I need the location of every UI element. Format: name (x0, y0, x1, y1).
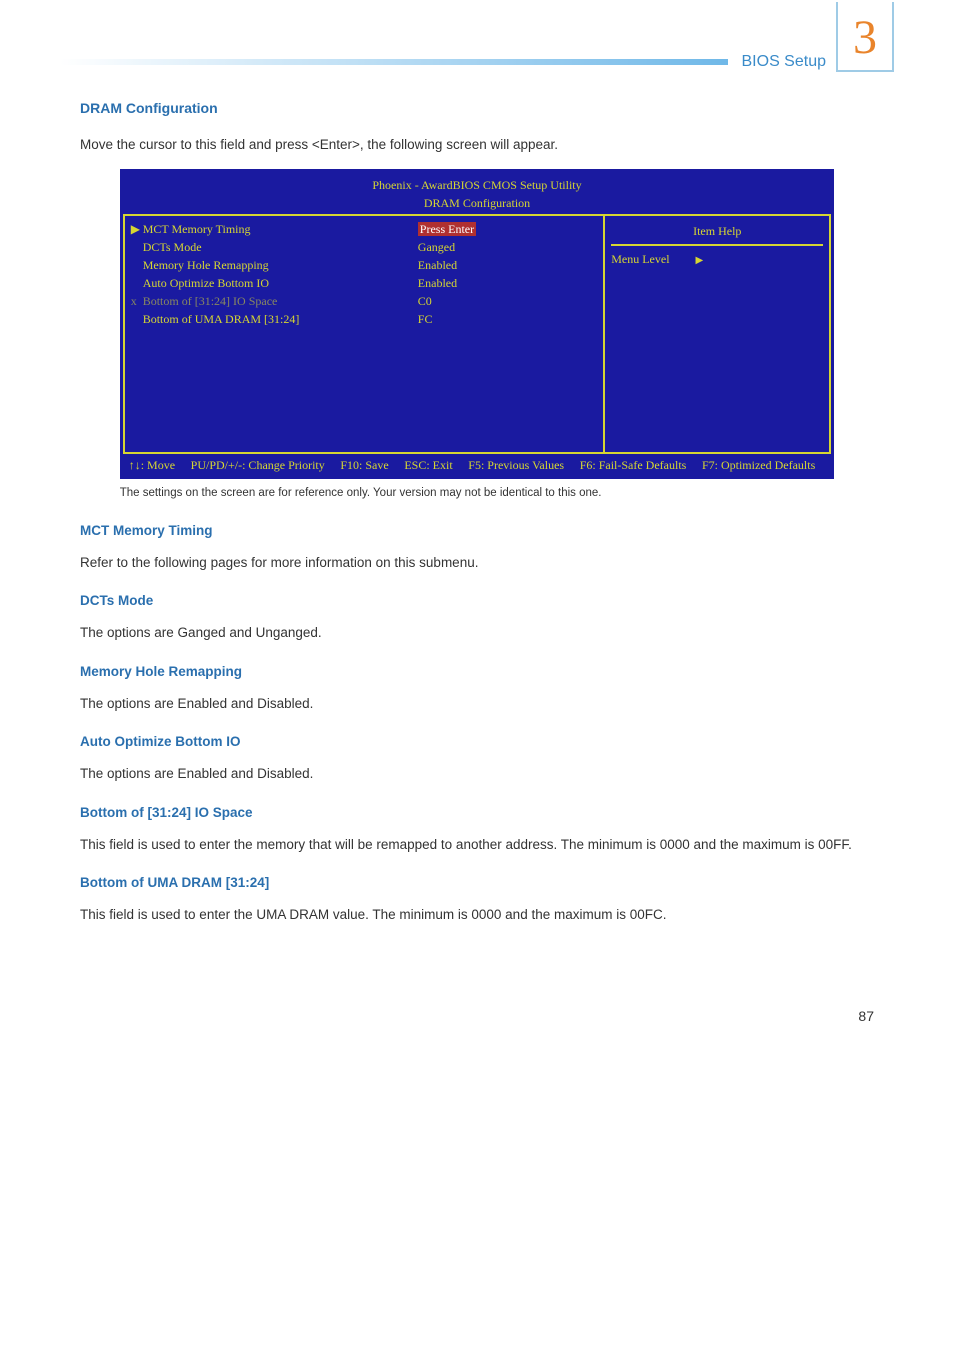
bios-screen: Phoenix - AwardBIOS CMOS Setup Utility D… (120, 169, 835, 479)
legend-exit: ESC: Exit (404, 456, 452, 474)
page-number: 87 (80, 1006, 874, 1027)
bios-row[interactable]: Bottom of UMA DRAM [31:24] FC (131, 310, 598, 328)
dram-config-intro: Move the cursor to this field and press … (80, 135, 874, 155)
b31-title: Bottom of [31:24] IO Space (80, 803, 874, 823)
bios-caption: The settings on the screen are for refer… (120, 485, 835, 502)
bios-row-value: Ganged (418, 238, 597, 256)
auto-title: Auto Optimize Bottom IO (80, 732, 874, 752)
header-section-name: BIOS Setup (742, 50, 827, 74)
bios-help-pane: Item Help Menu Level ▶ (605, 216, 829, 452)
bios-row: xBottom of [31:24] IO Space C0 (131, 292, 598, 310)
bios-row-label: Bottom of [31:24] IO Space (143, 294, 278, 308)
legend-f6: F6: Fail-Safe Defaults (580, 456, 687, 474)
chapter-number-badge: 3 (836, 2, 894, 72)
mem-title: Memory Hole Remapping (80, 662, 874, 682)
bios-help-body: Menu Level ▶ (611, 250, 823, 268)
bios-row-label: MCT Memory Timing (143, 222, 251, 236)
bios-row-label: DCTs Mode (143, 240, 202, 254)
header-gradient-bar (60, 59, 728, 65)
bios-row-label: Memory Hole Remapping (143, 258, 269, 272)
bios-row-label: Bottom of UMA DRAM [31:24] (143, 312, 300, 326)
page-content: DRAM Configuration Move the cursor to th… (60, 98, 894, 1027)
dcts-title: DCTs Mode (80, 591, 874, 611)
legend-save: F10: Save (340, 456, 388, 474)
bios-row[interactable]: ▶MCT Memory Timing Press Enter (131, 220, 598, 238)
bios-row-value: Press Enter (418, 222, 476, 236)
mct-title: MCT Memory Timing (80, 521, 874, 541)
menu-level-label: Menu Level (611, 252, 669, 266)
legend-change: PU/PD/+/-: Change Priority (191, 456, 325, 474)
submenu-arrow-icon: ▶ (131, 220, 143, 238)
bios-title-line-1: Phoenix - AwardBIOS CMOS Setup Utility (123, 176, 832, 194)
bios-settings-pane: ▶MCT Memory Timing Press Enter DCTs Mode… (125, 216, 606, 452)
bios-title: Phoenix - AwardBIOS CMOS Setup Utility D… (123, 172, 832, 214)
bios-row-value: Enabled (418, 274, 597, 292)
bios-row[interactable]: DCTs Mode Ganged (131, 238, 598, 256)
dcts-body: The options are Ganged and Unganged. (80, 623, 874, 643)
legend-f5: F5: Previous Values (468, 456, 564, 474)
disabled-x-icon: x (131, 292, 143, 310)
menu-level-arrow-icon: ▶ (696, 255, 704, 266)
bios-footer: ↑↓: Move PU/PD/+/-: Change Priority F10:… (123, 454, 832, 476)
mem-body: The options are Enabled and Disabled. (80, 694, 874, 714)
legend-f7: F7: Optimized Defaults (702, 456, 815, 474)
b31-body: This field is used to enter the memory t… (80, 835, 874, 855)
buma-body: This field is used to enter the UMA DRAM… (80, 905, 874, 925)
auto-body: The options are Enabled and Disabled. (80, 764, 874, 784)
mct-body: Refer to the following pages for more in… (80, 553, 874, 573)
bios-row[interactable]: Memory Hole Remapping Enabled (131, 256, 598, 274)
bios-row-value: Enabled (418, 256, 597, 274)
buma-title: Bottom of UMA DRAM [31:24] (80, 873, 874, 893)
bios-row-label: Auto Optimize Bottom IO (143, 276, 269, 290)
bios-row-value: FC (418, 310, 597, 328)
dram-config-title: DRAM Configuration (80, 98, 874, 119)
bios-frame: ▶MCT Memory Timing Press Enter DCTs Mode… (123, 214, 832, 454)
legend-move: ↑↓: Move (129, 456, 175, 474)
bios-title-line-2: DRAM Configuration (123, 194, 832, 212)
bios-help-title: Item Help (611, 220, 823, 246)
bios-row[interactable]: Auto Optimize Bottom IO Enabled (131, 274, 598, 292)
page-header: BIOS Setup 3 (60, 50, 894, 74)
bios-row-value: C0 (418, 292, 597, 310)
